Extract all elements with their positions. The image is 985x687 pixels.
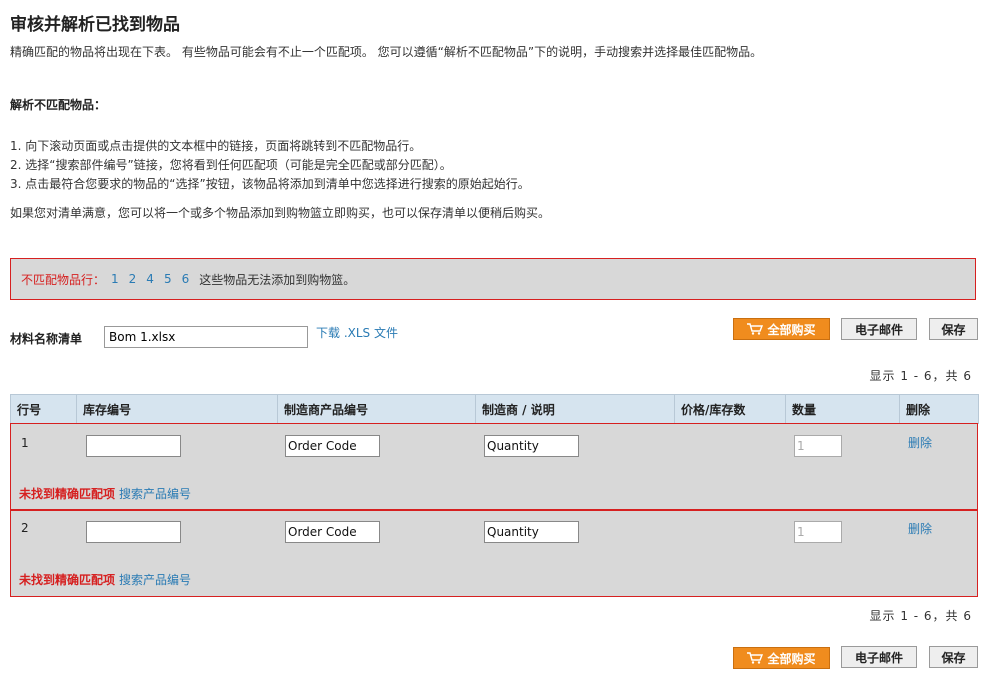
step-item: 3. 点击最符合您要求的物品的“选择”按钮，该物品将添加到清单中您选择进行搜索的…: [10, 177, 530, 191]
cart-icon: [747, 652, 764, 664]
step-item: 2. 选择“搜索部件编号”链接，您将看到任何匹配项（可能是完全匹配或部分匹配）。: [10, 158, 452, 172]
results-count-bottom: 显示 1 - 6，共 6: [869, 609, 972, 623]
cart-icon: [747, 323, 764, 335]
alert-label: 不匹配物品行：: [21, 272, 106, 287]
unmatched-row-link[interactable]: 1: [111, 272, 119, 286]
col-stock: 库存编号: [76, 394, 278, 424]
buy-all-label: 全部购买: [767, 322, 816, 337]
table-header-row: 行号 库存编号 制造商产品编号 制造商 / 说明 价格/库存数 数量 删除: [10, 394, 979, 424]
email-button[interactable]: 电子邮件: [841, 318, 917, 340]
no-match-label: 未找到精确匹配项: [19, 573, 116, 587]
unmatched-row-link[interactable]: 4: [146, 272, 154, 286]
delete-link[interactable]: 删除: [908, 434, 932, 451]
buy-all-button-bottom[interactable]: 全部购买: [733, 647, 830, 669]
download-xls-link[interactable]: 下载 .XLS 文件: [316, 324, 398, 341]
save-label: 保存: [941, 322, 966, 337]
col-price: 价格/库存数: [674, 394, 786, 424]
buy-all-label: 全部购买: [767, 651, 816, 666]
line-number: 2: [21, 521, 29, 535]
resolve-subhead: 解析不匹配物品：: [10, 98, 107, 112]
quantity-text-input[interactable]: [484, 521, 579, 543]
match-status: 未找到精确匹配项 搜索产品编号: [19, 485, 191, 502]
col-mfr-desc: 制造商 / 说明: [475, 394, 675, 424]
alert-message: 这些物品无法添加到购物篮。: [199, 272, 356, 287]
email-label: 电子邮件: [854, 650, 903, 665]
footnote-text: 如果您对清单满意，您可以将一个或多个物品添加到购物篮立即购买，也可以保存清单以便…: [10, 206, 551, 220]
col-mfr-part: 制造商产品编号: [277, 394, 476, 424]
email-button-bottom[interactable]: 电子邮件: [841, 646, 917, 668]
save-label: 保存: [941, 650, 966, 665]
col-qty: 数量: [785, 394, 900, 424]
delete-link[interactable]: 删除: [908, 520, 932, 537]
buy-all-button[interactable]: 全部购买: [733, 318, 830, 340]
col-delete: 删除: [899, 394, 979, 424]
search-part-link[interactable]: 搜索产品编号: [119, 573, 191, 587]
stock-number-input[interactable]: [86, 435, 181, 457]
unmatched-row-link[interactable]: 2: [129, 272, 137, 286]
table-row: 2 删除 未找到精确匹配项搜索产品编号: [10, 510, 978, 597]
col-line: 行号: [10, 394, 77, 424]
quantity-input[interactable]: [794, 435, 842, 457]
bom-row: 材料名称清单 下载 .XLS 文件: [10, 322, 978, 350]
bom-name-input[interactable]: [104, 326, 308, 348]
bom-table: 行号 库存编号 制造商产品编号 制造商 / 说明 价格/库存数 数量 删除: [10, 394, 979, 424]
unmatched-row-link[interactable]: 5: [164, 272, 172, 286]
unmatched-row-link[interactable]: 6: [182, 272, 190, 286]
stock-number-input[interactable]: [86, 521, 181, 543]
unmatched-alert: 不匹配物品行： 1 2 4 5 6 这些物品无法添加到购物篮。: [10, 258, 976, 300]
search-part-link[interactable]: 搜索产品编号: [119, 487, 191, 501]
steps-list: 1. 向下滚动页面或点击提供的文本框中的链接，页面将跳转到不匹配物品行。 2. …: [10, 137, 530, 194]
page-title: 审核并解析已找到物品: [10, 15, 180, 35]
table-row: 1 删除 未找到精确匹配项搜索产品编号: [10, 423, 978, 510]
quantity-text-input[interactable]: [484, 435, 579, 457]
step-item: 1. 向下滚动页面或点击提供的文本框中的链接，页面将跳转到不匹配物品行。: [10, 139, 422, 153]
bom-name-label: 材料名称清单: [10, 332, 83, 346]
email-label: 电子邮件: [854, 322, 903, 337]
match-status: 未找到精确匹配项 搜索产品编号: [19, 571, 191, 588]
no-match-label: 未找到精确匹配项: [19, 487, 116, 501]
line-number: 1: [21, 436, 29, 450]
quantity-input[interactable]: [794, 521, 842, 543]
results-count-top: 显示 1 - 6，共 6: [869, 369, 972, 383]
intro-text: 精确匹配的物品将出现在下表。 有些物品可能会有不止一个匹配项。 您可以遵循“解析…: [10, 45, 763, 59]
save-button[interactable]: 保存: [929, 318, 978, 340]
order-code-input[interactable]: [285, 521, 380, 543]
save-button-bottom[interactable]: 保存: [929, 646, 978, 668]
order-code-input[interactable]: [285, 435, 380, 457]
